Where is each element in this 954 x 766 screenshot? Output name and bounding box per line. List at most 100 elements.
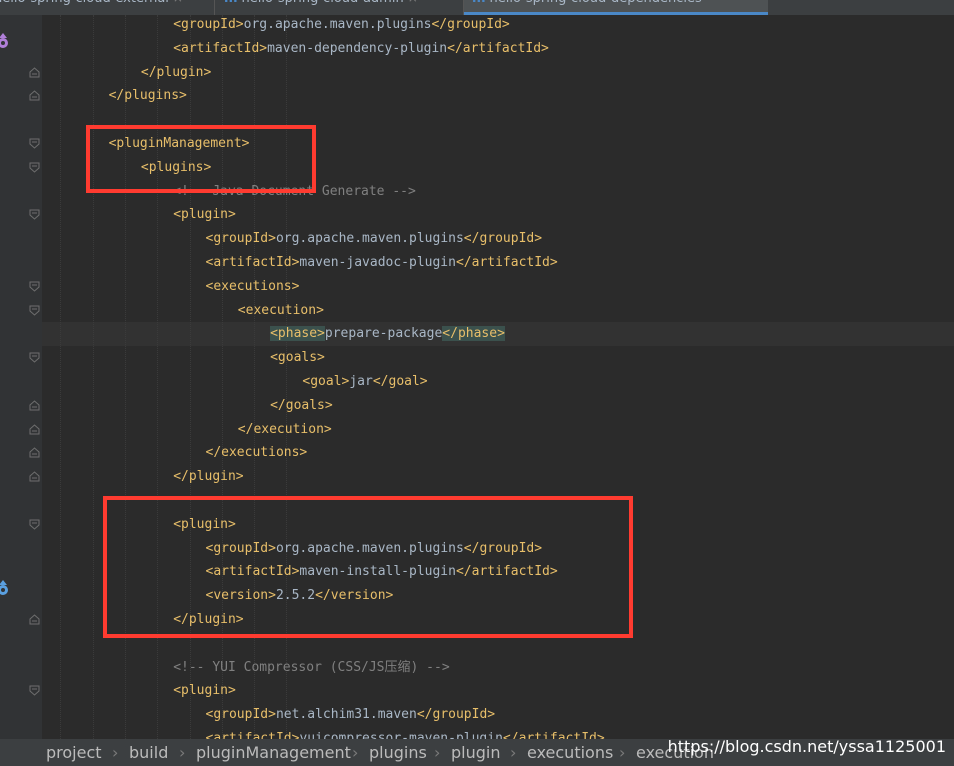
xml-tag: </goals> xyxy=(270,397,333,413)
fold-close-icon[interactable] xyxy=(29,614,40,625)
xml-text: yuicompressor-maven-plugin xyxy=(299,731,503,739)
tab-hello-spring-cloud-admin[interactable]: m hello-spring-cloud-admin × xyxy=(224,0,458,15)
chevron-right-icon: › xyxy=(619,743,626,762)
tab-hello-spring-cloud-dependencies[interactable]: m hello-spring-cloud-dependencies xyxy=(464,0,768,15)
chevron-right-icon: › xyxy=(510,743,517,762)
xml-text: prepare-package xyxy=(324,326,443,342)
code-line[interactable]: <artifactId>yuicompressor-maven-plugin</… xyxy=(206,727,605,739)
code-line[interactable]: <goal>jar</goal> xyxy=(302,370,427,394)
code-line[interactable]: <executions> xyxy=(206,275,300,299)
chevron-right-icon: › xyxy=(179,743,186,762)
fold-close-icon[interactable] xyxy=(29,423,40,435)
xml-tag: </plugin> xyxy=(173,469,244,485)
xml-tag: </plugins> xyxy=(108,88,187,104)
fold-open-icon[interactable] xyxy=(29,209,40,221)
xml-tag: <goal> xyxy=(302,374,350,389)
chevron-right-icon: › xyxy=(112,743,119,762)
fold-close-icon[interactable] xyxy=(29,447,40,458)
tab-label: hello-spring-cloud-dependencies xyxy=(490,0,702,6)
xml-tag: </executions> xyxy=(205,445,308,461)
breadcrumb-item-build[interactable]: build xyxy=(129,739,168,766)
maven-icon: m xyxy=(224,0,238,6)
fold-open-icon[interactable] xyxy=(29,685,40,697)
code-line[interactable]: <phase>prepare-package</phase> xyxy=(270,322,505,346)
fold-open-icon[interactable] xyxy=(29,281,40,292)
xml-text: maven-dependency-plugin xyxy=(267,40,448,56)
editor-gutter xyxy=(0,15,42,739)
close-icon[interactable]: × xyxy=(408,0,418,5)
code-line[interactable]: <execution> xyxy=(238,299,324,323)
fold-close-icon[interactable] xyxy=(29,90,40,101)
xml-tag: <executions> xyxy=(205,278,300,294)
fold-open-icon[interactable] xyxy=(29,352,40,363)
code-line[interactable]: <plugin> xyxy=(173,203,236,227)
chevron-right-icon: › xyxy=(352,743,359,762)
code-line[interactable]: <!-- YUI Compressor (CSS/JS压缩) --> xyxy=(173,656,449,680)
code-line[interactable]: <groupId>net.alchim31.maven</groupId> xyxy=(206,703,496,727)
fold-open-icon[interactable] xyxy=(29,162,40,173)
code-line[interactable]: <artifactId>maven-dependency-plugin</art… xyxy=(173,37,549,61)
close-icon[interactable]: × xyxy=(173,0,183,5)
fold-open-icon[interactable] xyxy=(29,138,40,149)
breadcrumb-item-project[interactable]: project xyxy=(46,739,102,766)
code-line[interactable]: <plugin> xyxy=(173,679,236,703)
code-line[interactable]: <groupId>org.apache.maven.plugins</group… xyxy=(173,15,510,37)
xml-text: org.apache.maven.plugins xyxy=(275,231,464,247)
xml-tag: <artifactId> xyxy=(173,40,268,56)
xml-tag: </execution> xyxy=(237,421,332,437)
code-line[interactable]: <groupId>org.apache.maven.plugins</group… xyxy=(206,227,543,251)
xml-tag: </groupId> xyxy=(416,707,496,723)
xml-tag: </groupId> xyxy=(431,17,510,32)
chevron-right-icon: › xyxy=(434,743,441,762)
xml-tag: <execution> xyxy=(237,302,324,318)
fold-close-icon[interactable] xyxy=(29,66,40,78)
watermark: https://blog.csdn.net/yssa1125001 xyxy=(667,737,946,756)
fold-close-icon[interactable] xyxy=(29,400,40,411)
override-down-icon[interactable] xyxy=(0,580,9,596)
tab-hello-spring-cloud-external[interactable]: hello-spring-cloud-external × xyxy=(0,0,206,15)
breadcrumb-item-pluginManagement[interactable]: pluginManagement xyxy=(196,739,351,766)
code-line[interactable]: </plugin> xyxy=(141,61,211,85)
xml-tag: <groupId> xyxy=(173,17,244,32)
xml-tag: </goal> xyxy=(372,374,428,389)
xml-tag: <plugin> xyxy=(173,683,236,699)
xml-text: net.alchim31.maven xyxy=(275,707,417,723)
xml-tag: <phase> xyxy=(270,326,325,342)
override-up-icon[interactable] xyxy=(0,33,9,49)
annotation-box-install-plugin xyxy=(103,496,633,638)
xml-tag: </artifactId> xyxy=(502,731,605,739)
code-line[interactable]: </plugin> xyxy=(173,465,243,489)
breadcrumb-item-executions[interactable]: executions xyxy=(527,739,613,766)
xml-comment: <!-- YUI Compressor (CSS/JS压缩) --> xyxy=(173,659,450,675)
editor-tab-bar: hello-spring-cloud-external × m hello-spri… xyxy=(0,0,954,15)
code-line[interactable]: </goals> xyxy=(270,394,333,418)
fold-close-icon[interactable] xyxy=(29,471,40,482)
code-line[interactable]: </executions> xyxy=(206,441,308,465)
xml-tag: <groupId> xyxy=(205,707,276,723)
xml-tag: </phase> xyxy=(442,326,505,342)
xml-tag: <artifactId> xyxy=(205,255,300,270)
tab-label: hello-spring-cloud-external xyxy=(0,0,169,6)
indent-guide xyxy=(60,15,62,739)
fold-open-icon[interactable] xyxy=(29,305,40,316)
xml-text: org.apache.maven.plugins xyxy=(243,17,432,32)
breadcrumb-item-plugins[interactable]: plugins xyxy=(369,739,427,766)
indent-guide xyxy=(92,15,94,739)
xml-tag: </groupId> xyxy=(463,231,543,247)
code-line[interactable]: <goals> xyxy=(270,346,325,370)
xml-text: jar xyxy=(349,374,373,389)
breadcrumb-item-plugin[interactable]: plugin xyxy=(451,739,500,766)
code-line[interactable]: <artifactId>maven-javadoc-plugin</artifa… xyxy=(206,251,558,275)
xml-tag: <groupId> xyxy=(205,231,276,247)
xml-tag: <goals> xyxy=(270,350,325,366)
xml-text: maven-javadoc-plugin xyxy=(299,255,456,270)
xml-tag: </artifactId> xyxy=(455,255,558,270)
xml-tag: </plugin> xyxy=(140,64,212,80)
code-line[interactable]: </plugins> xyxy=(109,84,187,108)
maven-icon: m xyxy=(472,0,486,6)
annotation-box-plugin-management xyxy=(86,125,316,193)
code-line[interactable]: </execution> xyxy=(238,418,332,442)
xml-tag: <artifactId> xyxy=(205,731,300,739)
tab-label: hello-spring-cloud-admin xyxy=(242,0,404,6)
fold-open-icon[interactable] xyxy=(29,519,40,530)
